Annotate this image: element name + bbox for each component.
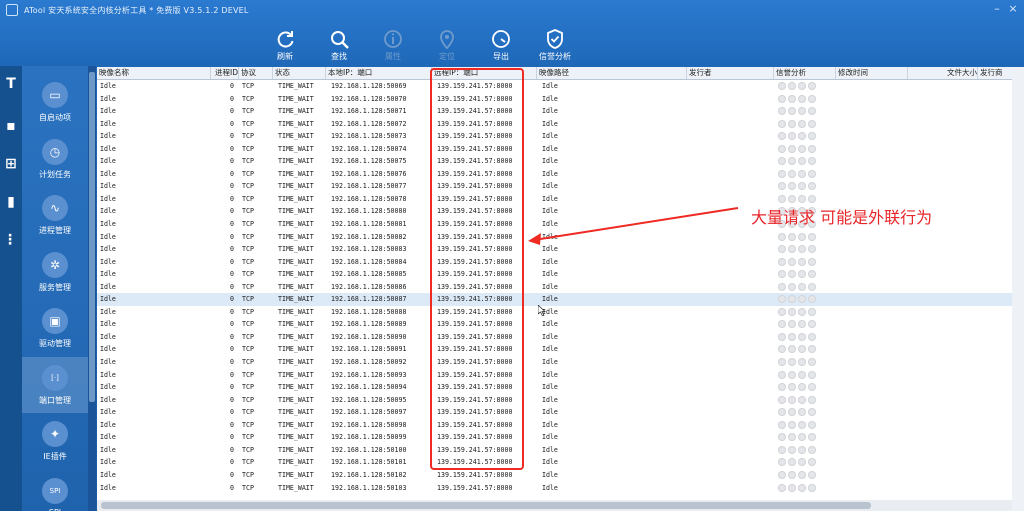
app-window: ATool 安天系统安全内核分析工具 * 免费版 V3.5.1.2 DEVEL … bbox=[0, 0, 1024, 511]
mouse-cursor-icon bbox=[538, 305, 546, 316]
annotation-arrow bbox=[528, 207, 739, 245]
annotation-text: 大量请求 可能是外联行为 bbox=[751, 208, 933, 227]
